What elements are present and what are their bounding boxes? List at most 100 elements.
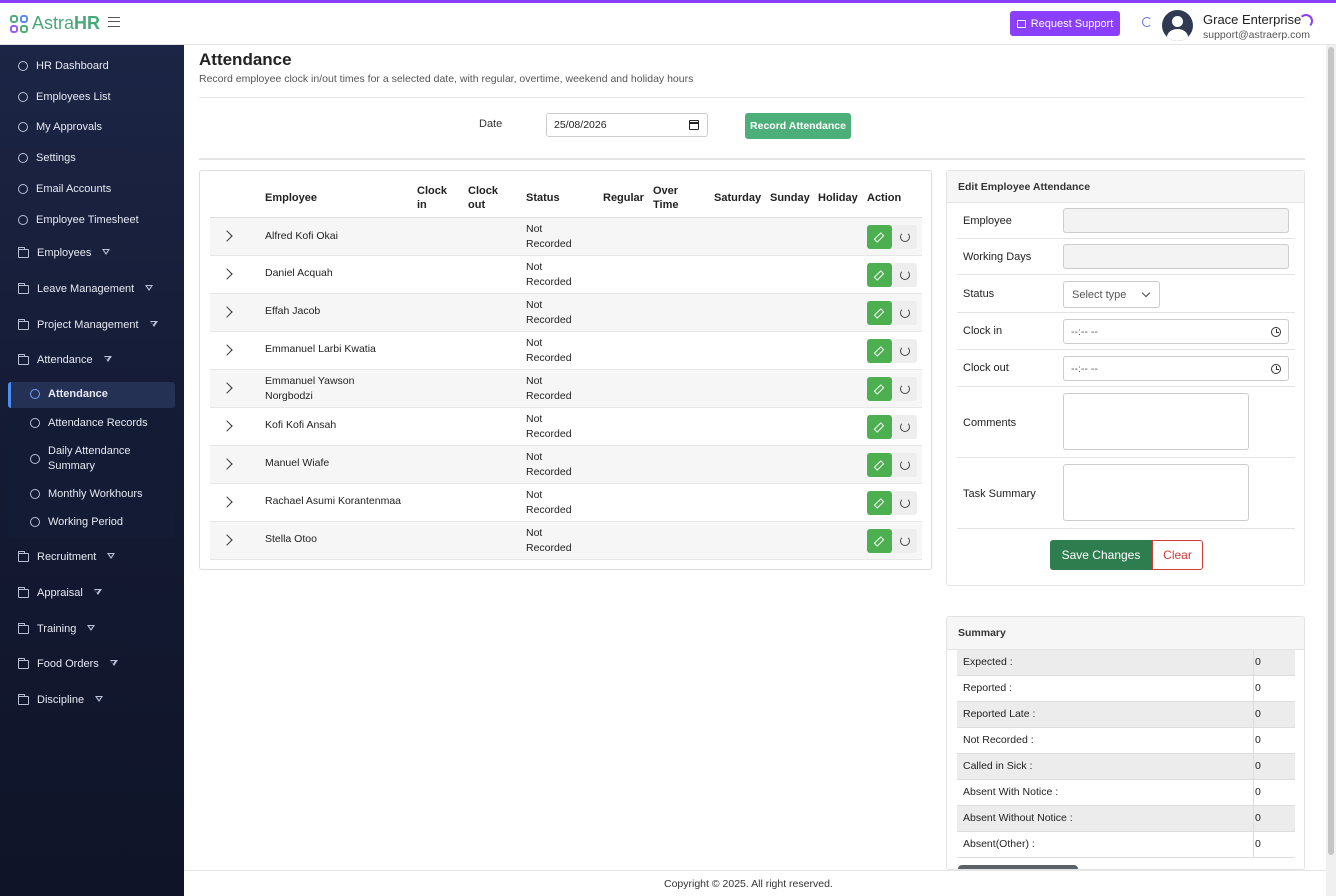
- sidebar-item-hr-dashboard[interactable]: HR Dashboard: [18, 60, 109, 72]
- expand-chevron-icon[interactable]: [221, 382, 233, 394]
- reset-icon[interactable]: [893, 263, 917, 287]
- expand-chevron-icon[interactable]: [221, 534, 233, 546]
- submenu-item-attendance-records[interactable]: Attendance Records: [30, 417, 148, 429]
- footer: Copyright © 2025. All right reserved.: [184, 870, 1326, 896]
- form-row-clock-in: Clock in --:-- --: [957, 313, 1295, 350]
- table-row: Daniel Acquah Not Recorded: [210, 256, 922, 294]
- user-avatar[interactable]: [1162, 10, 1193, 41]
- sidebar-item-email-accounts[interactable]: Email Accounts: [18, 183, 111, 195]
- chat-icon: [1016, 19, 1026, 28]
- edit-pencil-icon[interactable]: [867, 225, 892, 249]
- edit-pencil-icon[interactable]: [867, 453, 892, 477]
- clock-out-input[interactable]: --:-- --: [1063, 356, 1289, 381]
- status-text: Not Recorded: [526, 375, 572, 402]
- expand-chevron-icon[interactable]: [221, 230, 233, 242]
- submenu-item-attendance[interactable]: Attendance: [30, 388, 108, 400]
- loading-spinner-icon: [1299, 14, 1313, 28]
- scrollbar-thumb[interactable]: [1328, 47, 1334, 855]
- sidebar-item-appraisal[interactable]: Appraisal: [18, 586, 102, 599]
- menu-toggle-icon[interactable]: [108, 17, 120, 27]
- edit-pencil-icon[interactable]: [867, 263, 892, 287]
- folder-icon: [18, 622, 29, 634]
- edit-pencil-icon[interactable]: [867, 529, 892, 553]
- summary-row: Absent(Other) :0: [957, 832, 1295, 858]
- circle-icon: [18, 153, 28, 163]
- summary-row: Absent With Notice :0: [957, 780, 1295, 806]
- refresh-icon[interactable]: [1142, 17, 1152, 27]
- form-row-status: Status Select type: [957, 275, 1295, 313]
- calendar-icon[interactable]: [689, 120, 699, 130]
- expand-chevron-icon[interactable]: [221, 306, 233, 318]
- edit-pencil-icon[interactable]: [867, 377, 892, 401]
- sidebar-item-settings[interactable]: Settings: [18, 152, 76, 164]
- expand-chevron-icon[interactable]: [221, 420, 233, 432]
- sidebar-item-food-orders[interactable]: Food Orders: [18, 657, 118, 670]
- circle-icon: [30, 489, 40, 499]
- col-status: Status: [526, 192, 560, 204]
- reset-icon[interactable]: [893, 453, 917, 477]
- reset-icon[interactable]: [893, 339, 917, 363]
- comments-label: Comments: [963, 417, 1017, 429]
- circle-icon: [30, 517, 40, 527]
- comments-textarea[interactable]: [1063, 393, 1249, 450]
- reset-icon[interactable]: [893, 529, 917, 553]
- sidebar-item-employees-list[interactable]: Employees List: [18, 91, 111, 103]
- submenu-item-working-period[interactable]: Working Period: [30, 516, 123, 528]
- expand-chevron-icon[interactable]: [221, 268, 233, 280]
- edit-pencil-icon[interactable]: [867, 415, 892, 439]
- expand-triangle-icon: [102, 249, 111, 255]
- sidebar-item-leave-management[interactable]: Leave Management: [18, 282, 154, 295]
- edit-pencil-icon[interactable]: [867, 301, 892, 325]
- request-support-button[interactable]: Request Support: [1010, 11, 1120, 36]
- employee-name: Emmanuel Larbi Kwatia: [265, 343, 376, 355]
- working-days-field[interactable]: [1063, 244, 1289, 269]
- sidebar-item-employee-timesheet[interactable]: Employee Timesheet: [18, 214, 139, 226]
- folder-icon: [18, 586, 29, 598]
- form-row-comments: Comments: [957, 387, 1295, 458]
- status-select[interactable]: Select type: [1063, 281, 1160, 308]
- folder-icon: [18, 693, 29, 705]
- main-content: Attendance Record employee clock in/out …: [184, 45, 1326, 870]
- col-saturday: Saturday: [714, 192, 762, 204]
- sidebar-item-my-approvals[interactable]: My Approvals: [18, 121, 102, 133]
- app-logo[interactable]: AstraHR: [10, 13, 100, 34]
- sidebar-item-attendance[interactable]: Attendance: [18, 353, 112, 366]
- user-name[interactable]: Grace Enterprise: [1203, 12, 1301, 27]
- reset-icon[interactable]: [893, 301, 917, 325]
- sidebar-item-recruitment[interactable]: Recruitment: [18, 550, 116, 563]
- sidebar-item-discipline[interactable]: Discipline: [18, 693, 104, 706]
- chevron-down-icon: [1141, 288, 1151, 298]
- expand-chevron-icon[interactable]: [221, 496, 233, 508]
- clock-icon[interactable]: [1271, 364, 1281, 374]
- reset-icon[interactable]: [893, 377, 917, 401]
- reset-icon[interactable]: [893, 415, 917, 439]
- edit-pencil-icon[interactable]: [867, 491, 892, 515]
- summary-panel: Summary Expected :0 Reported :0 Reported…: [946, 616, 1305, 870]
- circle-icon: [18, 215, 28, 225]
- sidebar-item-project-management[interactable]: Project Management: [18, 318, 158, 331]
- clock-icon[interactable]: [1271, 327, 1281, 337]
- status-text: Not Recorded: [526, 413, 572, 440]
- col-clock-out: Clock out: [468, 185, 498, 211]
- top-bar: AstraHR Request Support Grace Enterprise…: [0, 0, 1336, 45]
- task-summary-textarea[interactable]: [1063, 464, 1249, 521]
- summary-row: Reported Late :0: [957, 702, 1295, 728]
- edit-pencil-icon[interactable]: [867, 339, 892, 363]
- sidebar-item-training[interactable]: Training: [18, 622, 96, 635]
- reset-icon[interactable]: [893, 491, 917, 515]
- clock-in-input[interactable]: --:-- --: [1063, 319, 1289, 344]
- table-row: Rachael Asumi Korantenmaa Not Recorded: [210, 484, 922, 522]
- record-attendance-button[interactable]: Record Attendance: [745, 113, 851, 139]
- reset-icon[interactable]: [893, 225, 917, 249]
- clear-button[interactable]: Clear: [1152, 540, 1203, 570]
- page-scrollbar[interactable]: [1326, 45, 1336, 896]
- employee-name: Alfred Kofi Okai: [265, 230, 338, 242]
- date-input[interactable]: 25/08/2026: [546, 113, 708, 137]
- employee-field[interactable]: [1063, 208, 1289, 233]
- sidebar-item-employees[interactable]: Employees: [18, 246, 111, 259]
- expand-chevron-icon[interactable]: [221, 458, 233, 470]
- submenu-item-daily-attendance-summary[interactable]: Daily Attendance Summary: [30, 444, 155, 474]
- expand-chevron-icon[interactable]: [221, 344, 233, 356]
- submenu-item-monthly-workhours[interactable]: Monthly Workhours: [30, 488, 143, 500]
- save-changes-button[interactable]: Save Changes: [1050, 540, 1152, 570]
